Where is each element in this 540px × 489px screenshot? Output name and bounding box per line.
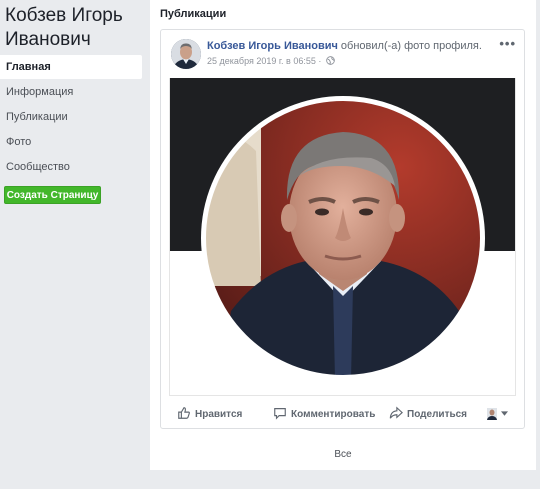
comment-button[interactable]: Комментировать: [273, 404, 375, 426]
create-page-button[interactable]: Создать Страницу: [4, 186, 101, 204]
post-photo[interactable]: [169, 78, 516, 396]
comment-label: Комментировать: [291, 409, 376, 420]
author-name[interactable]: Кобзев Игорь Иванович: [207, 40, 338, 52]
post-timestamp[interactable]: 25 декабря 2019 г. в 06:55: [207, 56, 316, 66]
post-card: Кобзев Игорь Иванович обновил(-а) фото п…: [160, 29, 525, 429]
share-icon: [389, 406, 403, 419]
section-title: Публикации: [160, 8, 227, 20]
author-avatar[interactable]: [171, 39, 201, 69]
post-actions: Нравится Комментировать Поделиться: [161, 404, 524, 426]
sidebar-item-about[interactable]: Информация: [0, 80, 142, 104]
post-meta: 25 декабря 2019 г. в 06:55 ·: [207, 56, 335, 66]
see-all-link[interactable]: Все: [150, 449, 536, 460]
profile-photo[interactable]: [201, 96, 485, 380]
chevron-down-icon: [501, 411, 508, 416]
share-label: Поделиться: [407, 409, 468, 420]
page-name[interactable]: Кобзев Игорь Иванович: [5, 4, 141, 52]
left-sidebar: Кобзев Игорь Иванович Главная Информация…: [0, 0, 142, 489]
like-button[interactable]: Нравится: [177, 404, 242, 426]
post-action-text: обновил(-а) фото профиля.: [340, 40, 482, 52]
meta-separator: ·: [318, 56, 322, 66]
comment-icon: [274, 408, 286, 420]
like-label: Нравится: [195, 409, 243, 420]
page-nav: Главная Информация Публикации Фото Сообщ…: [0, 55, 142, 180]
post-as-selector[interactable]: [487, 404, 508, 426]
sidebar-item-community[interactable]: Сообщество: [0, 155, 142, 179]
thumbs-up-icon: [178, 407, 190, 419]
sidebar-item-posts[interactable]: Публикации: [0, 105, 142, 129]
sidebar-item-photos[interactable]: Фото: [0, 130, 142, 154]
main-column: Публикации Кобзев Игорь Иванович обновил…: [150, 0, 536, 470]
post-header: Кобзев Игорь Иванович обновил(-а) фото п…: [207, 40, 482, 52]
more-options-icon[interactable]: •••: [499, 36, 516, 51]
page-avatar-icon: [487, 408, 497, 420]
globe-icon[interactable]: [326, 56, 335, 65]
share-button[interactable]: Поделиться: [389, 404, 467, 426]
sidebar-item-home[interactable]: Главная: [0, 55, 142, 79]
